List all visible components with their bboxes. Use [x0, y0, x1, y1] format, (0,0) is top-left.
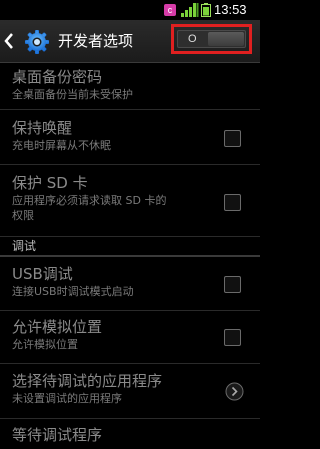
stay-awake-checkbox[interactable] — [224, 130, 241, 147]
master-switch-highlight: O — [171, 24, 252, 54]
switch-off-label: O — [188, 33, 197, 45]
protect-sd-card-checkbox[interactable] — [224, 194, 241, 211]
pref-title: 选择待调试的应用程序 — [12, 372, 163, 390]
pref-summary: 允许模拟位置 — [12, 338, 78, 351]
pref-summary: 全桌面备份当前未受保护 — [12, 88, 133, 101]
battery-icon — [201, 3, 211, 17]
list-item-stay-awake[interactable]: 保持唤醒 充电时屏幕从不休眠 — [0, 110, 260, 165]
allow-mock-locations-checkbox[interactable] — [224, 329, 241, 346]
pref-summary: 未设置调试的应用程序 — [12, 392, 122, 405]
preference-list: 桌面备份密码 全桌面备份当前未受保护 保持唤醒 充电时屏幕从不休眠 保护 SD … — [0, 63, 260, 449]
list-item-wait-for-debugger[interactable]: 等待调试程序 — [0, 419, 260, 449]
section-header-debugging: 调试 — [0, 237, 260, 257]
pref-title: 保护 SD 卡 — [12, 174, 88, 192]
list-item-usb-debugging[interactable]: USB调试 连接USB时调试模式启动 — [0, 257, 260, 311]
developer-options-switch[interactable]: O — [177, 30, 246, 48]
pref-summary: 连接USB时调试模式启动 — [12, 285, 134, 298]
list-item-allow-mock-locations[interactable]: 允许模拟位置 允许模拟位置 — [0, 311, 260, 364]
pref-summary: 充电时屏幕从不休眠 — [12, 139, 111, 152]
pref-summary-line2: 权限 — [12, 209, 34, 222]
section-header-label: 调试 — [12, 239, 37, 253]
settings-gear-icon[interactable] — [24, 29, 50, 55]
pref-title: 允许模拟位置 — [12, 318, 103, 336]
list-item-protect-sd-card[interactable]: 保护 SD 卡 应用程序必须请求读取 SD 卡的 权限 — [0, 165, 260, 237]
usb-debugging-checkbox[interactable] — [224, 276, 241, 293]
pref-title: 等待调试程序 — [12, 426, 103, 444]
signal-icon — [181, 3, 199, 17]
pref-title: 保持唤醒 — [12, 119, 73, 137]
list-item-select-debug-app[interactable]: 选择待调试的应用程序 未设置调试的应用程序 — [0, 364, 260, 419]
back-chevron-icon[interactable] — [4, 32, 14, 50]
switch-thumb[interactable] — [208, 32, 244, 46]
app-notification-icon: c — [164, 4, 176, 16]
pref-title: USB调试 — [12, 265, 73, 283]
status-time: 13:53 — [214, 2, 247, 17]
action-bar: 开发者选项 O — [0, 20, 260, 63]
pref-summary-line1: 应用程序必须请求读取 SD 卡的 — [12, 194, 167, 207]
page-title: 开发者选项 — [58, 32, 134, 50]
status-bar: c 13:53 — [0, 0, 260, 20]
pref-title: 桌面备份密码 — [12, 68, 103, 86]
list-item-desktop-backup-password[interactable]: 桌面备份密码 全桌面备份当前未受保护 — [0, 63, 260, 110]
chevron-right-icon[interactable] — [225, 382, 244, 401]
